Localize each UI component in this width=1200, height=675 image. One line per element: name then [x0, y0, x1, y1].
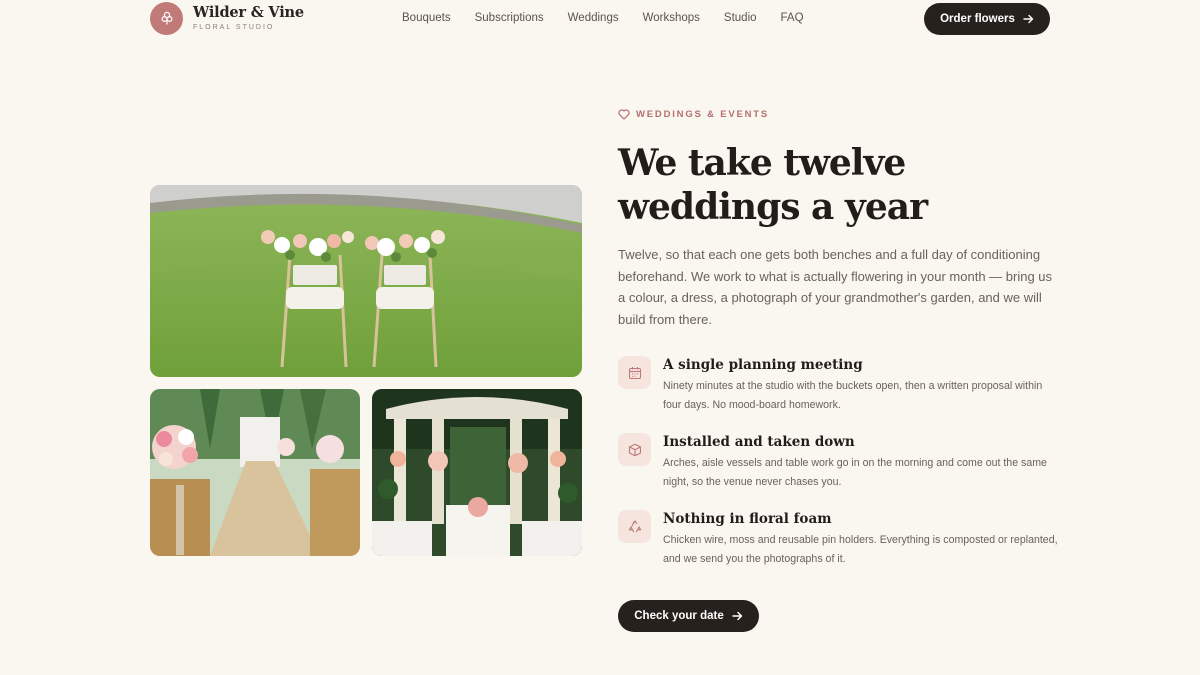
recycle-icon: [618, 510, 651, 543]
hero-lede: Twelve, so that each one gets both bench…: [618, 247, 1053, 328]
nav-link-faq[interactable]: FAQ: [781, 12, 804, 24]
brand[interactable]: Wilder & Vine FLORAL STUDIO: [150, 1, 304, 35]
flower-icon: [150, 1, 183, 35]
nav-link-weddings[interactable]: Weddings: [568, 12, 619, 24]
nav-links: Bouquets Subscriptions Weddings Workshop…: [402, 0, 828, 36]
feature-title: Installed and taken down: [663, 434, 855, 450]
check-date-label: Check your date: [634, 610, 724, 622]
nav-link-bouquets[interactable]: Bouquets: [402, 12, 451, 24]
box-icon: [618, 433, 651, 466]
feature-title: Nothing in floral foam: [663, 511, 832, 527]
check-date-button[interactable]: Check your date: [618, 600, 759, 632]
nav-link-subscriptions[interactable]: Subscriptions: [475, 12, 544, 24]
eyebrow: WEDDINGS & EVENTS: [618, 109, 769, 120]
feature-no-foam: Nothing in floral foam Chicken wire, mos…: [618, 510, 1058, 580]
feature-planning: A single planning meeting Ninety minutes…: [618, 356, 1058, 426]
photo-gazebo: [372, 389, 582, 556]
order-flowers-button[interactable]: Order flowers: [924, 3, 1050, 35]
brand-name: Wilder & Vine: [193, 3, 304, 21]
order-flowers-label: Order flowers: [940, 13, 1015, 25]
feature-installed: Installed and taken down Arches, aisle v…: [618, 433, 1058, 503]
feature-description: Arches, aisle vessels and table work go …: [663, 457, 1047, 488]
feature-description: Ninety minutes at the studio with the bu…: [663, 380, 1043, 411]
arrow-right-icon: [1023, 14, 1034, 24]
eyebrow-label: WEDDINGS & EVENTS: [636, 109, 769, 120]
feature-description: Chicken wire, moss and reusable pin hold…: [663, 534, 1058, 565]
calendar-icon: [618, 356, 651, 389]
brand-subtitle: FLORAL STUDIO: [193, 23, 275, 31]
top-nav: Wilder & Vine FLORAL STUDIO Bouquets Sub…: [150, 0, 1050, 36]
arrow-right-icon: [732, 611, 742, 621]
photo-wedding-chairs: [150, 185, 582, 377]
photo-aisle-flowers: [150, 389, 360, 556]
nav-link-workshops[interactable]: Workshops: [643, 12, 700, 24]
feature-title: A single planning meeting: [663, 357, 863, 373]
page-title: We take twelve weddings a year: [618, 142, 928, 228]
heart-icon: [618, 109, 630, 120]
nav-link-studio[interactable]: Studio: [724, 12, 757, 24]
